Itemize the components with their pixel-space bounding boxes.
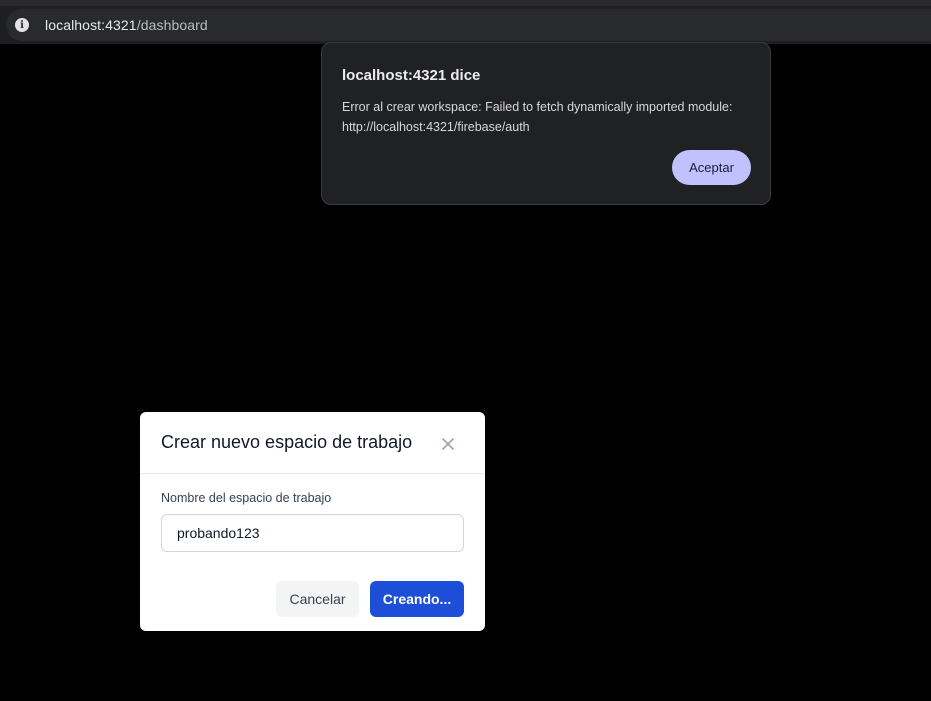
url-path: /dashboard	[136, 17, 208, 33]
modal-title: Crear nuevo espacio de trabajo	[161, 432, 413, 452]
browser-toolbar: i localhost:4321/dashboard	[0, 6, 931, 44]
workspace-name-label: Nombre del espacio de trabajo	[161, 491, 332, 505]
modal-header: Crear nuevo espacio de trabajo	[140, 412, 485, 474]
browser-alert-dialog: localhost:4321 dice Error al crear works…	[321, 42, 771, 205]
close-icon[interactable]	[438, 434, 458, 454]
alert-title: localhost:4321 dice	[342, 67, 481, 84]
workspace-name-input[interactable]	[161, 514, 464, 552]
url-host: localhost:4321	[45, 17, 137, 33]
create-workspace-modal: Crear nuevo espacio de trabajo Nombre de…	[140, 412, 485, 631]
cancel-button[interactable]: Cancelar	[276, 581, 359, 617]
alert-message: Error al crear workspace: Failed to fetc…	[342, 100, 733, 134]
accept-button[interactable]: Aceptar	[672, 150, 751, 185]
url-text[interactable]: localhost:4321/dashboard	[45, 17, 208, 33]
info-icon[interactable]: i	[15, 18, 29, 32]
address-bar[interactable]: i localhost:4321/dashboard	[6, 9, 931, 41]
create-button[interactable]: Creando...	[370, 581, 464, 617]
